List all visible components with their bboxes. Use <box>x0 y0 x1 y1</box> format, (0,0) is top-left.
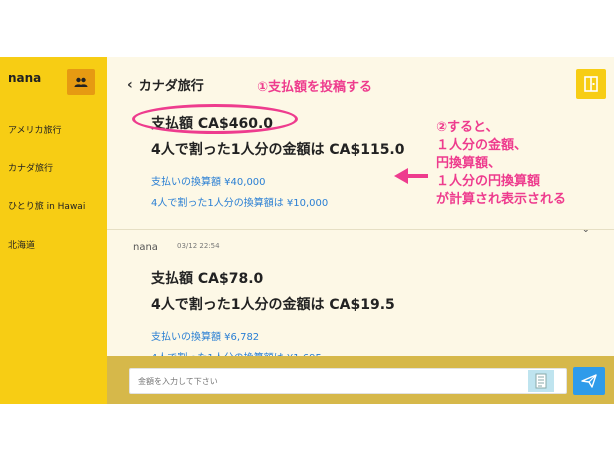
annotation-step2-line2: １人分の金額、 <box>436 138 528 153</box>
send-button[interactable] <box>573 367 605 395</box>
sidebar-item-hawaii[interactable]: ひとり旅 in Hawai <box>8 199 85 212</box>
annotation-arrow-icon <box>394 168 428 184</box>
memo-icon[interactable] <box>528 370 554 392</box>
annotation-step2-line1: ②すると、 <box>436 120 499 135</box>
annotation-step1: ①支払額を投稿する <box>257 80 373 95</box>
message-conv-split: 4人で割った1人分の換算額は ¥10,000 <box>151 198 329 209</box>
message-conv-total: 支払いの換算額 ¥40,000 <box>151 177 266 188</box>
receipt-icon <box>535 373 547 389</box>
back-chevron-icon[interactable]: ‹ <box>127 77 133 93</box>
amount-input[interactable] <box>129 368 567 394</box>
message-time: 03/12 22:54 <box>177 242 220 250</box>
annotation-step2-line5: が計算され表示される <box>436 192 567 207</box>
annotation-step2-line3: 円換算額、 <box>436 156 502 171</box>
composer-bar <box>107 356 614 404</box>
room-header: ‹ カナダ旅行 <box>127 75 204 95</box>
sidebar-item-hokkaido[interactable]: 北海道 <box>8 238 35 251</box>
message-divider <box>107 229 614 230</box>
exit-door-icon <box>584 76 598 92</box>
message-split: 4人で割った1人分の金額は CA$115.0 <box>151 142 405 158</box>
exit-room-button[interactable] <box>576 69 606 99</box>
sidebar-user-name: nana <box>8 71 42 85</box>
message-split: 4人で割った1人分の金額は CA$19.5 <box>151 297 395 313</box>
sidebar-item-canada[interactable]: カナダ旅行 <box>8 161 53 174</box>
annotation-step2-line4: １人分の円換算額 <box>436 174 541 189</box>
sidebar-item-america[interactable]: アメリカ旅行 <box>8 123 62 136</box>
chat-app: nana アメリカ旅行 カナダ旅行 ひとり旅 in Hawai 北海道 ‹ カナ… <box>0 57 614 404</box>
message-author: nana <box>133 242 158 253</box>
annotation-circle <box>132 104 298 134</box>
paper-plane-icon <box>581 374 597 388</box>
message-amount: 支払額 CA$78.0 <box>151 271 264 287</box>
message-2: 支払額 CA$78.0 4人で割った1人分の金額は CA$19.5 支払いの換算… <box>151 268 395 364</box>
users-icon <box>74 77 88 87</box>
room-title: カナダ旅行 <box>138 79 204 94</box>
message-conv-total: 支払いの換算額 ¥6,782 <box>151 332 260 343</box>
friends-button[interactable] <box>67 69 95 95</box>
sidebar: nana アメリカ旅行 カナダ旅行 ひとり旅 in Hawai 北海道 <box>0 57 107 404</box>
